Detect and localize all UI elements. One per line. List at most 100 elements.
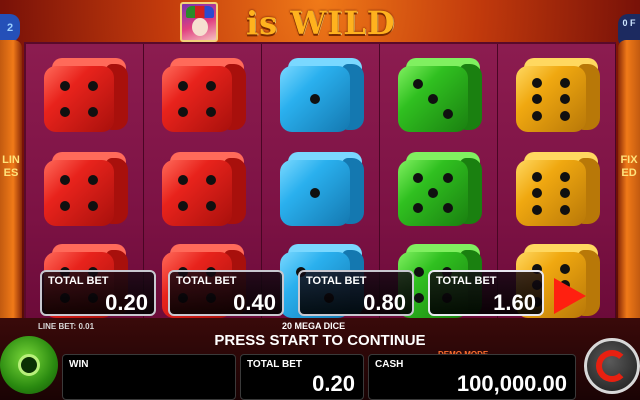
die-pip xyxy=(178,80,188,91)
bet-option-value: 0.80 xyxy=(363,290,406,315)
die-front-face xyxy=(162,66,232,132)
die-pip xyxy=(206,107,216,118)
wild-title: is WILD xyxy=(246,4,396,42)
total-bet-panel: TOTAL BET 0.20 xyxy=(240,354,364,400)
die-front-face xyxy=(398,160,468,226)
fixed-label: FIXED xyxy=(620,154,638,179)
die-pip xyxy=(560,188,570,198)
left-corner-badge: 2 xyxy=(0,14,20,42)
bet-option-value: 1.60 xyxy=(493,290,536,315)
die-green-3 xyxy=(398,58,484,136)
die-pip xyxy=(560,94,570,104)
die-blue-1 xyxy=(280,152,366,230)
die-pip xyxy=(310,94,320,104)
joker-icon xyxy=(180,2,218,42)
die-front-face xyxy=(162,160,232,226)
die-pip xyxy=(414,293,424,304)
fixed-side-panel: FIXED xyxy=(618,40,640,330)
die-pip xyxy=(532,94,542,104)
bet-option-4[interactable]: TOTAL BET 1.60 xyxy=(428,270,544,316)
die-red-4 xyxy=(44,58,130,136)
die-pip xyxy=(178,107,188,118)
die-front-face xyxy=(516,160,586,226)
bet-option-value: 0.40 xyxy=(233,290,276,315)
die-pip xyxy=(412,173,423,184)
die-pip xyxy=(60,174,70,185)
die-pip xyxy=(428,188,438,198)
bet-option-2[interactable]: TOTAL BET 0.40 xyxy=(168,270,284,316)
die-pip xyxy=(560,204,570,215)
die-pip xyxy=(310,188,320,198)
die-pip xyxy=(532,171,542,182)
settings-gear-icon[interactable] xyxy=(0,336,58,394)
die-pip xyxy=(60,80,70,91)
joker-face xyxy=(192,18,208,36)
die-pip xyxy=(206,174,216,185)
win-label: WIN xyxy=(69,359,89,370)
die-pip xyxy=(560,77,570,88)
total-bet-label: TOTAL BET xyxy=(247,359,302,370)
die-front-face xyxy=(44,66,114,132)
spin-arrow-icon xyxy=(596,350,628,382)
total-bet-value: 0.20 xyxy=(312,371,355,396)
die-front-face xyxy=(516,66,586,132)
die-pip xyxy=(532,204,542,215)
die-pip xyxy=(532,188,542,198)
die-yellow-6 xyxy=(516,152,602,230)
cash-value: 100,000.00 xyxy=(456,371,567,396)
die-pip xyxy=(206,201,216,212)
die-pip xyxy=(428,94,438,104)
die-red-4 xyxy=(162,152,248,230)
game-screen: 2 is WILD 0 F LINES FIXED TOTAL BET 0.20… xyxy=(0,0,640,400)
die-pip xyxy=(60,201,70,212)
die-front-face xyxy=(280,160,350,226)
cash-panel: CASH 100,000.00 xyxy=(368,354,576,400)
joker-hat xyxy=(186,6,214,18)
die-pip xyxy=(88,107,98,118)
die-red-4 xyxy=(44,152,130,230)
bet-option-value: 0.20 xyxy=(105,290,148,315)
die-pip xyxy=(560,171,570,182)
die-blue-1 xyxy=(280,58,366,136)
die-front-face xyxy=(280,66,350,132)
die-pip xyxy=(560,110,570,121)
die-red-4 xyxy=(162,58,248,136)
play-arrow-icon[interactable] xyxy=(554,278,586,314)
die-front-face xyxy=(44,160,114,226)
die-pip xyxy=(532,110,542,121)
die-front-face xyxy=(398,66,468,132)
gear-hub xyxy=(18,354,40,376)
line-bet-text: LINE BET: 0.01 xyxy=(38,322,95,331)
header: 2 is WILD 0 F xyxy=(0,0,640,48)
bet-option-label: TOTAL BET xyxy=(306,275,367,287)
bet-option-1[interactable]: TOTAL BET 0.20 xyxy=(40,270,156,316)
die-pip xyxy=(206,80,216,91)
die-pip xyxy=(178,174,188,185)
lines-side-panel: LINES xyxy=(0,40,22,330)
die-pip xyxy=(178,201,188,212)
die-pip xyxy=(443,173,454,184)
die-pip xyxy=(412,79,423,90)
die-pip xyxy=(88,174,98,185)
die-pip xyxy=(443,108,454,119)
cash-label: CASH xyxy=(375,359,404,370)
die-pip xyxy=(60,107,70,118)
die-pip xyxy=(412,202,423,213)
die-green-5 xyxy=(398,152,484,230)
die-yellow-6 xyxy=(516,58,602,136)
lines-label: LINES xyxy=(2,154,20,179)
die-pip xyxy=(443,202,454,213)
bet-option-label: TOTAL BET xyxy=(436,275,497,287)
die-pip xyxy=(88,201,98,212)
mega-dice-text: 20 MEGA DICE xyxy=(282,321,346,331)
bet-option-label: TOTAL BET xyxy=(48,275,109,287)
spin-button[interactable] xyxy=(584,338,640,394)
die-pip xyxy=(88,80,98,91)
die-pip xyxy=(532,77,542,88)
die-pip xyxy=(560,263,570,274)
win-panel: WIN xyxy=(62,354,236,400)
bet-option-label: TOTAL BET xyxy=(176,275,237,287)
status-message: PRESS START TO CONTINUE xyxy=(214,332,426,349)
die-pip xyxy=(414,266,424,277)
bet-option-3[interactable]: TOTAL BET 0.80 xyxy=(298,270,414,316)
